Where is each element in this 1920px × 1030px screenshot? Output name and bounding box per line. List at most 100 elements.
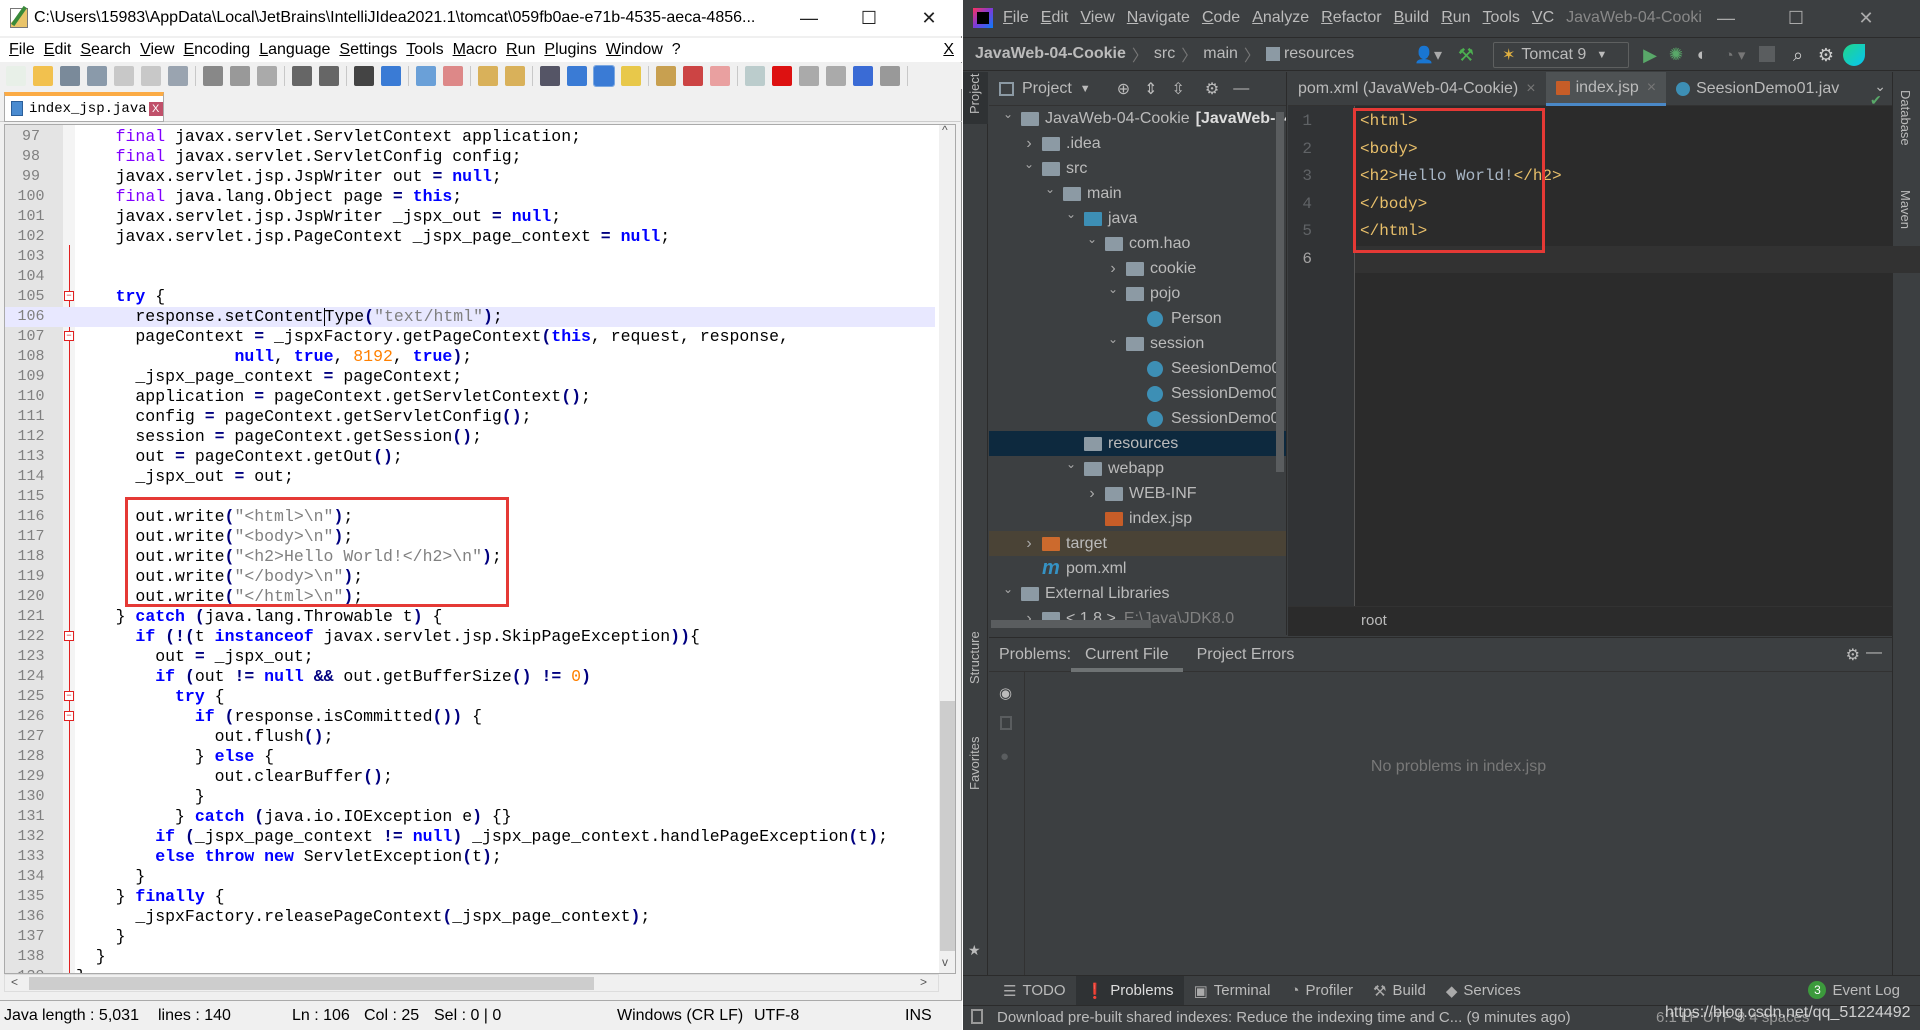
show-all-chars-icon[interactable] — [567, 66, 587, 86]
indent-guide-icon[interactable] — [593, 65, 615, 87]
tool-terminal-button[interactable]: ▣ Terminal — [1184, 976, 1281, 1006]
stop-icon[interactable] — [1759, 46, 1775, 62]
favorites-tool-button[interactable]: Favorites — [967, 737, 982, 790]
tab-index-jsp-java[interactable]: index_jsp.java X — [4, 92, 164, 122]
breadcrumb-project[interactable]: JavaWeb-04-Cookie — [975, 45, 1126, 63]
gear-icon[interactable]: ⚙ — [1205, 79, 1219, 99]
folder-workspace-icon[interactable] — [710, 66, 730, 86]
code-line[interactable]: 130 } — [5, 787, 935, 807]
editor-breadcrumb-root[interactable]: root — [1361, 612, 1387, 629]
tree-item-cookie[interactable]: › cookie — [989, 256, 1286, 281]
close-button[interactable]: ✕ — [1843, 0, 1889, 36]
code-line[interactable]: 138 } — [5, 947, 935, 967]
tree-item-webapp[interactable]: ⌄ webapp — [989, 456, 1286, 481]
menu-encoding[interactable]: Encoding — [183, 41, 250, 59]
menu-build[interactable]: Build — [1394, 9, 1430, 27]
code-line[interactable]: 111 config = pageContext.getServletConfi… — [5, 407, 935, 427]
tree-item-person[interactable]: Person — [989, 306, 1286, 331]
menu-language[interactable]: Language — [259, 41, 330, 59]
code-line[interactable]: 106 response.setContentType("text/html")… — [5, 307, 935, 327]
chevron-down-icon[interactable]: ⌄ — [1064, 202, 1078, 227]
save-all-icon[interactable] — [87, 66, 107, 86]
code-line[interactable]: 110 application = pageContext.getServlet… — [5, 387, 935, 407]
function-list-icon[interactable] — [683, 66, 703, 86]
gear-icon[interactable]: ⚙ — [1846, 645, 1860, 665]
cut-icon[interactable] — [203, 66, 223, 86]
preview-icon[interactable] — [1000, 716, 1012, 730]
code-line[interactable]: 119 out.write("</body>\n"); — [5, 567, 935, 587]
code-line[interactable]: 124 if (out != null && out.getBufferSize… — [5, 667, 935, 687]
close-icon[interactable] — [114, 66, 134, 86]
menu-refactor[interactable]: Refactor — [1321, 9, 1381, 27]
stop-record-icon[interactable] — [799, 66, 819, 86]
chevron-down-icon[interactable]: ⌄ — [1106, 327, 1120, 352]
monitoring-icon[interactable] — [745, 66, 765, 86]
code-line[interactable]: 113 out = pageContext.getOut(); — [5, 447, 935, 467]
save-macro-icon[interactable] — [880, 66, 900, 86]
tree-item-pom-xml[interactable]: m pom.xml — [989, 556, 1286, 581]
code-line[interactable]: 99 javax.servlet.jsp.JspWriter out = nul… — [5, 167, 935, 187]
fold-toggle-icon[interactable]: − — [64, 711, 74, 721]
run-icon[interactable]: ▶ — [1639, 44, 1661, 66]
code-line[interactable]: 139} — [5, 967, 935, 973]
tree-item-web-inf[interactable]: › WEB-INF — [989, 481, 1286, 506]
code-line[interactable]: 112 session = pageContext.getSession(); — [5, 427, 935, 447]
tab-seesiondemo01-jav[interactable]: SeesionDemo01.jav — [1666, 72, 1849, 106]
zoom-out-icon[interactable] — [443, 66, 463, 86]
fold-toggle-icon[interactable]: − — [64, 331, 74, 341]
structure-tool-button[interactable]: Structure — [967, 631, 982, 684]
code-line[interactable]: 127 out.flush(); — [5, 727, 935, 747]
toggle-tool-windows-icon[interactable] — [971, 1009, 983, 1024]
gear-icon[interactable]: ⚙ — [1815, 44, 1837, 66]
close-tab-icon[interactable]: X — [148, 101, 163, 116]
editor-line[interactable]: 2 <body> — [1288, 136, 1892, 164]
copy-icon[interactable] — [230, 66, 250, 86]
hide-icon[interactable]: — — [1233, 80, 1249, 98]
tree-item-session[interactable]: ⌄ session — [989, 331, 1286, 356]
play-macro-icon[interactable] — [826, 66, 846, 86]
code-line[interactable]: 132 if (_jspx_page_context != null) _jsp… — [5, 827, 935, 847]
tool-profiler-button[interactable]: ◔ Profiler — [1280, 976, 1363, 1006]
code-line[interactable]: 118 out.write("<h2>Hello World!</h2>\n")… — [5, 547, 935, 567]
minimize-button[interactable]: — — [786, 0, 832, 36]
code-line[interactable]: 108 null, true, 8192, true); — [5, 347, 935, 367]
hide-icon[interactable]: — — [1866, 644, 1882, 662]
tree-item-target[interactable]: › target — [989, 531, 1286, 556]
no-errors-check-icon[interactable]: ✔ — [1870, 92, 1882, 109]
code-with-me-icon[interactable] — [1843, 44, 1865, 66]
tree-item-sessiondemo0[interactable]: SessionDemo0 — [989, 381, 1286, 406]
tree-horizontal-scrollbar[interactable] — [991, 620, 1151, 628]
code-line[interactable]: 103 — [5, 247, 935, 267]
code-line[interactable]: 117 out.write("<body>\n"); — [5, 527, 935, 547]
undo-icon[interactable] — [292, 66, 312, 86]
editor-line[interactable]: 5 </html> — [1288, 218, 1892, 246]
scroll-up-icon[interactable]: ^ — [942, 125, 948, 137]
vertical-scrollbar[interactable]: ^ v — [939, 125, 955, 973]
code-line[interactable]: 104 — [5, 267, 935, 287]
scroll-down-icon[interactable]: v — [942, 955, 948, 969]
save-icon[interactable] — [60, 66, 80, 86]
menu-macro[interactable]: Macro — [453, 41, 497, 59]
tool-todo-button[interactable]: ☰ TODO — [993, 976, 1076, 1006]
menu-run[interactable]: Run — [1441, 9, 1470, 27]
code-line[interactable]: 133 else throw new ServletException(t); — [5, 847, 935, 867]
status-message[interactable]: Download pre-built shared indexes: Reduc… — [997, 1009, 1571, 1026]
menu-code[interactable]: Code — [1202, 9, 1240, 27]
user-icon[interactable]: 👤▾ — [1413, 44, 1443, 66]
code-line[interactable]: 116 out.write("<html>\n"); — [5, 507, 935, 527]
editor-line[interactable]: 4 </body> — [1288, 191, 1892, 219]
menu-navigate[interactable]: Navigate — [1127, 9, 1190, 27]
chevron-down-icon[interactable]: ⌄ — [1001, 577, 1015, 602]
tab-index-jsp[interactable]: index.jsp × — [1545, 72, 1667, 106]
scrollbar-thumb[interactable] — [29, 977, 594, 990]
project-tool-button[interactable]: Project — [963, 72, 988, 124]
project-tree[interactable]: ⌄ JavaWeb-04-Cookie [JavaWeb-04 › .idea ⌄ src ⌄… — [989, 106, 1286, 631]
code-line[interactable]: 128 } else { — [5, 747, 935, 767]
code-line[interactable]: 131 } catch (java.io.IOException e) {} — [5, 807, 935, 827]
tab-current-file[interactable]: Current File — [1071, 638, 1183, 672]
breadcrumb-src[interactable]: src — [1154, 45, 1175, 63]
search-icon[interactable]: ⌕ — [1787, 44, 1809, 66]
chevron-down-icon[interactable]: ⌄ — [1106, 277, 1120, 302]
chevron-down-icon[interactable]: ⌄ — [1022, 152, 1036, 177]
menu-vc[interactable]: VC — [1532, 9, 1554, 27]
